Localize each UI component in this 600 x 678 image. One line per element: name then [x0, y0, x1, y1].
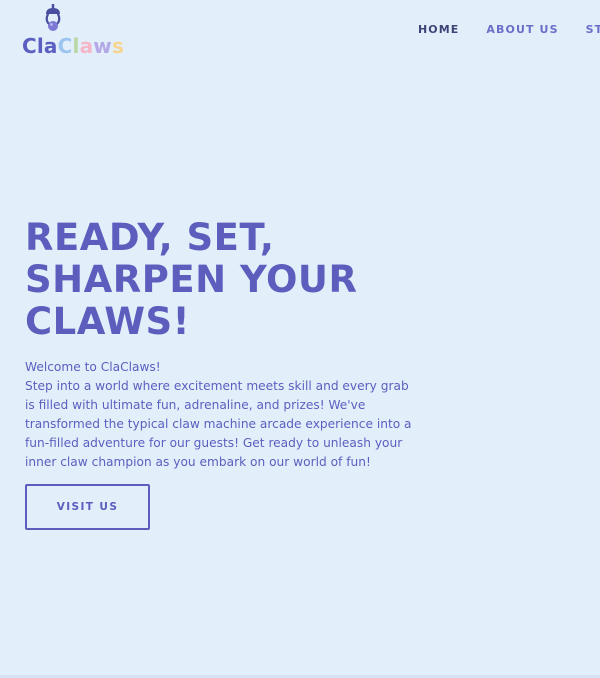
intro-paragraph: Step into a world where excitement meets…: [25, 379, 412, 469]
visit-us-button[interactable]: VISIT US: [25, 484, 150, 530]
hero-title: READY, SET, SHARPEN YOUR CLAWS!: [25, 217, 357, 343]
logo-letter: w: [93, 34, 112, 58]
nav-item-home[interactable]: HOME: [418, 23, 459, 36]
hero-title-line: SHARPEN YOUR: [25, 258, 358, 301]
claclaws-logo[interactable]: ClaClaws: [22, 4, 132, 60]
logo-suffix: Claws: [58, 34, 124, 58]
logo-letter: s: [111, 34, 125, 58]
logo-letter: l: [72, 34, 80, 58]
logo-wordmark: ClaClaws: [22, 34, 124, 58]
logo-prefix: Cla: [22, 34, 58, 58]
hero-intro: Welcome to ClaClaws! Step into a world w…: [25, 358, 420, 472]
hero-title-line: CLAWS!: [25, 300, 191, 343]
logo-letter: a: [79, 34, 94, 58]
welcome-text: Welcome to ClaClaws!: [25, 360, 161, 374]
claw-icon: [45, 4, 61, 31]
nav-item-stud[interactable]: STUD: [586, 23, 600, 36]
logo-letter: C: [57, 34, 73, 58]
nav-item-about-us[interactable]: ABOUT US: [486, 23, 558, 36]
landing-page: ClaClaws HOME ABOUT US STUD READY, SET, …: [0, 0, 600, 678]
hero-title-line: READY, SET,: [25, 216, 275, 259]
main-nav: HOME ABOUT US STUD: [418, 23, 600, 36]
